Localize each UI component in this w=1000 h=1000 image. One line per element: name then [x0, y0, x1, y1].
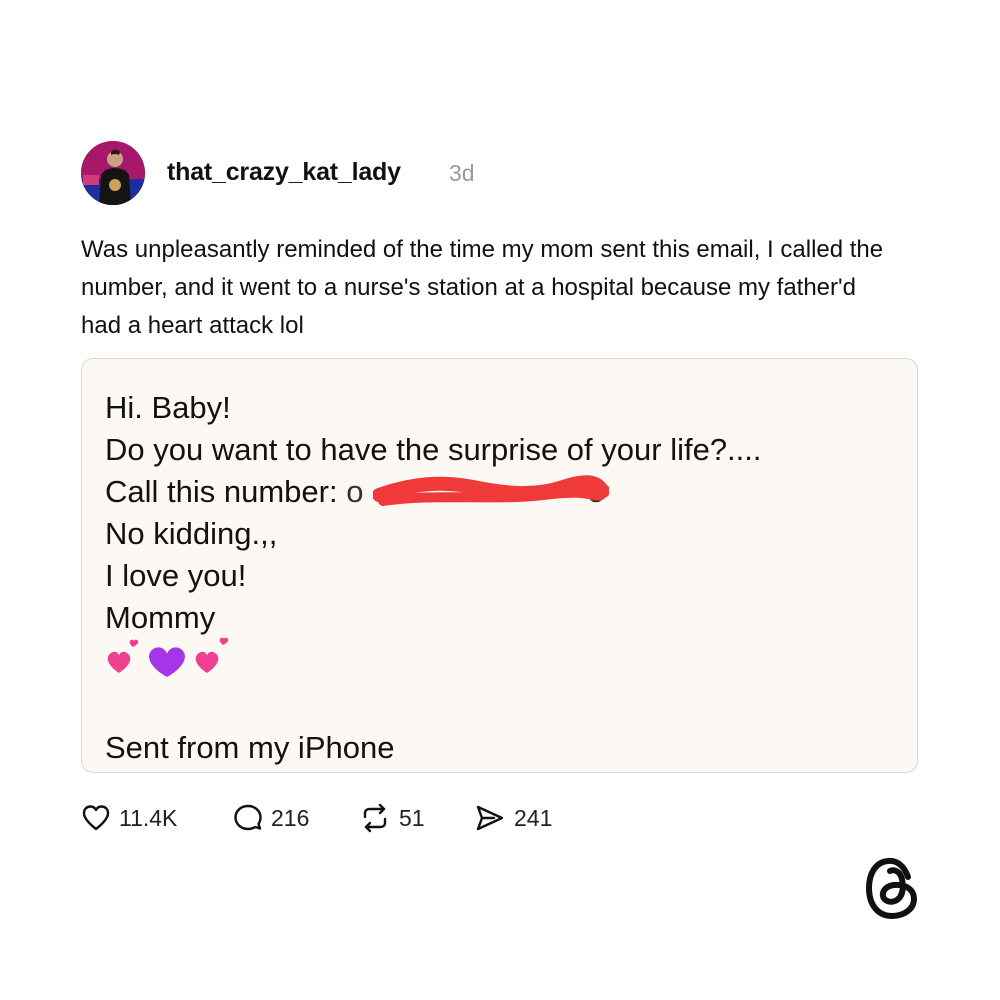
redacted-phone-number: o o — [346, 474, 605, 509]
send-icon — [476, 805, 504, 831]
email-footer: Sent from my iPhone — [105, 730, 395, 765]
reply-count: 216 — [271, 804, 310, 831]
reply-button[interactable]: 216 — [233, 803, 309, 833]
email-greeting: Hi. Baby! — [105, 390, 231, 425]
share-count: 241 — [514, 804, 553, 831]
email-call-label: Call this number: — [105, 474, 347, 509]
heart-icon — [82, 805, 110, 831]
comment-icon — [234, 804, 262, 831]
email-line-surprise: Do you want to have the surprise of your… — [105, 432, 762, 467]
avatar-image — [81, 141, 145, 205]
email-signature-name: Mommy — [105, 600, 216, 635]
avatar[interactable] — [81, 141, 145, 205]
hearts-emoji-row — [105, 637, 762, 681]
hearts-icon — [107, 637, 229, 677]
post-body-text: Was unpleasantly reminded of the time my… — [81, 236, 884, 339]
repost-icon — [363, 803, 387, 833]
share-button[interactable]: 241 — [474, 803, 552, 833]
email-content: Hi. Baby! Do you want to have the surpri… — [105, 387, 762, 769]
post-timestamp: 3d — [449, 160, 475, 186]
like-count: 11.4K — [119, 804, 178, 831]
email-line-love: I love you! — [105, 558, 247, 593]
repost-button[interactable]: 51 — [359, 803, 425, 833]
email-line-no-kidding: No kidding.,, — [105, 516, 278, 551]
email-screenshot-card[interactable]: Hi. Baby! Do you want to have the surpri… — [81, 358, 918, 773]
like-button[interactable]: 11.4K — [81, 803, 177, 833]
username[interactable]: that_crazy_kat_lady — [167, 158, 401, 187]
email-spacer — [105, 681, 762, 723]
repost-count: 51 — [399, 804, 425, 831]
threads-logo-icon — [865, 857, 918, 920]
email-call-line: Call this number: o o — [105, 471, 762, 513]
